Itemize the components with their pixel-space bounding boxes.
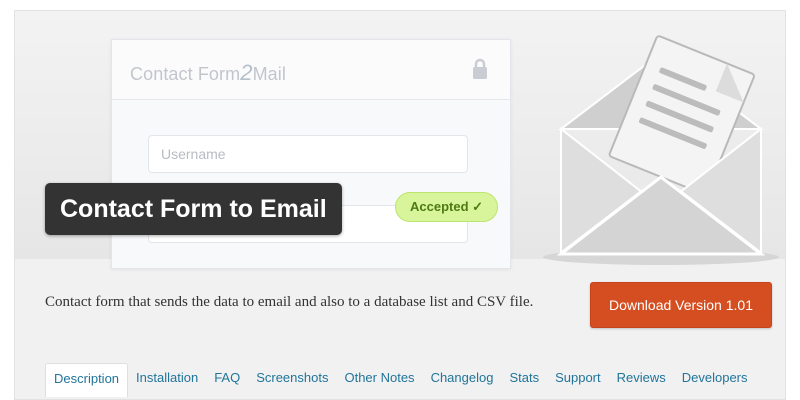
tab-other-notes[interactable]: Other Notes	[336, 363, 422, 397]
plugin-banner: Contact Form2Mail Accepted ✓	[15, 11, 785, 269]
lock-icon	[473, 58, 487, 79]
tab-changelog[interactable]: Changelog	[423, 363, 502, 397]
plugin-description: Contact form that sends the data to emai…	[45, 294, 534, 310]
download-button[interactable]: Download Version 1.01	[590, 282, 772, 328]
tab-developers[interactable]: Developers	[674, 363, 756, 397]
tab-stats[interactable]: Stats	[501, 363, 547, 397]
username-input[interactable]	[149, 136, 467, 172]
form-preview-header: Contact Form2Mail	[112, 40, 510, 100]
plugin-page-frame: Contact Form2Mail Accepted ✓	[14, 10, 786, 400]
username-field[interactable]	[148, 135, 468, 173]
brand-logo-text: Contact Form2Mail	[130, 60, 286, 86]
tab-support[interactable]: Support	[547, 363, 609, 397]
plugin-title-badge: Contact Form to Email	[45, 183, 342, 235]
accepted-badge: Accepted ✓	[395, 192, 499, 222]
brand-suffix: Mail	[252, 64, 286, 84]
envelope-icon	[543, 35, 779, 265]
plugin-tabs: Description Installation FAQ Screenshots…	[45, 363, 756, 397]
tab-installation[interactable]: Installation	[128, 363, 206, 397]
tab-reviews[interactable]: Reviews	[609, 363, 674, 397]
brand-prefix: Contact Form	[130, 64, 241, 84]
tab-faq[interactable]: FAQ	[206, 363, 248, 397]
tab-description[interactable]: Description	[45, 363, 129, 397]
tab-screenshots[interactable]: Screenshots	[248, 363, 336, 397]
brand-two: 2	[240, 60, 253, 85]
